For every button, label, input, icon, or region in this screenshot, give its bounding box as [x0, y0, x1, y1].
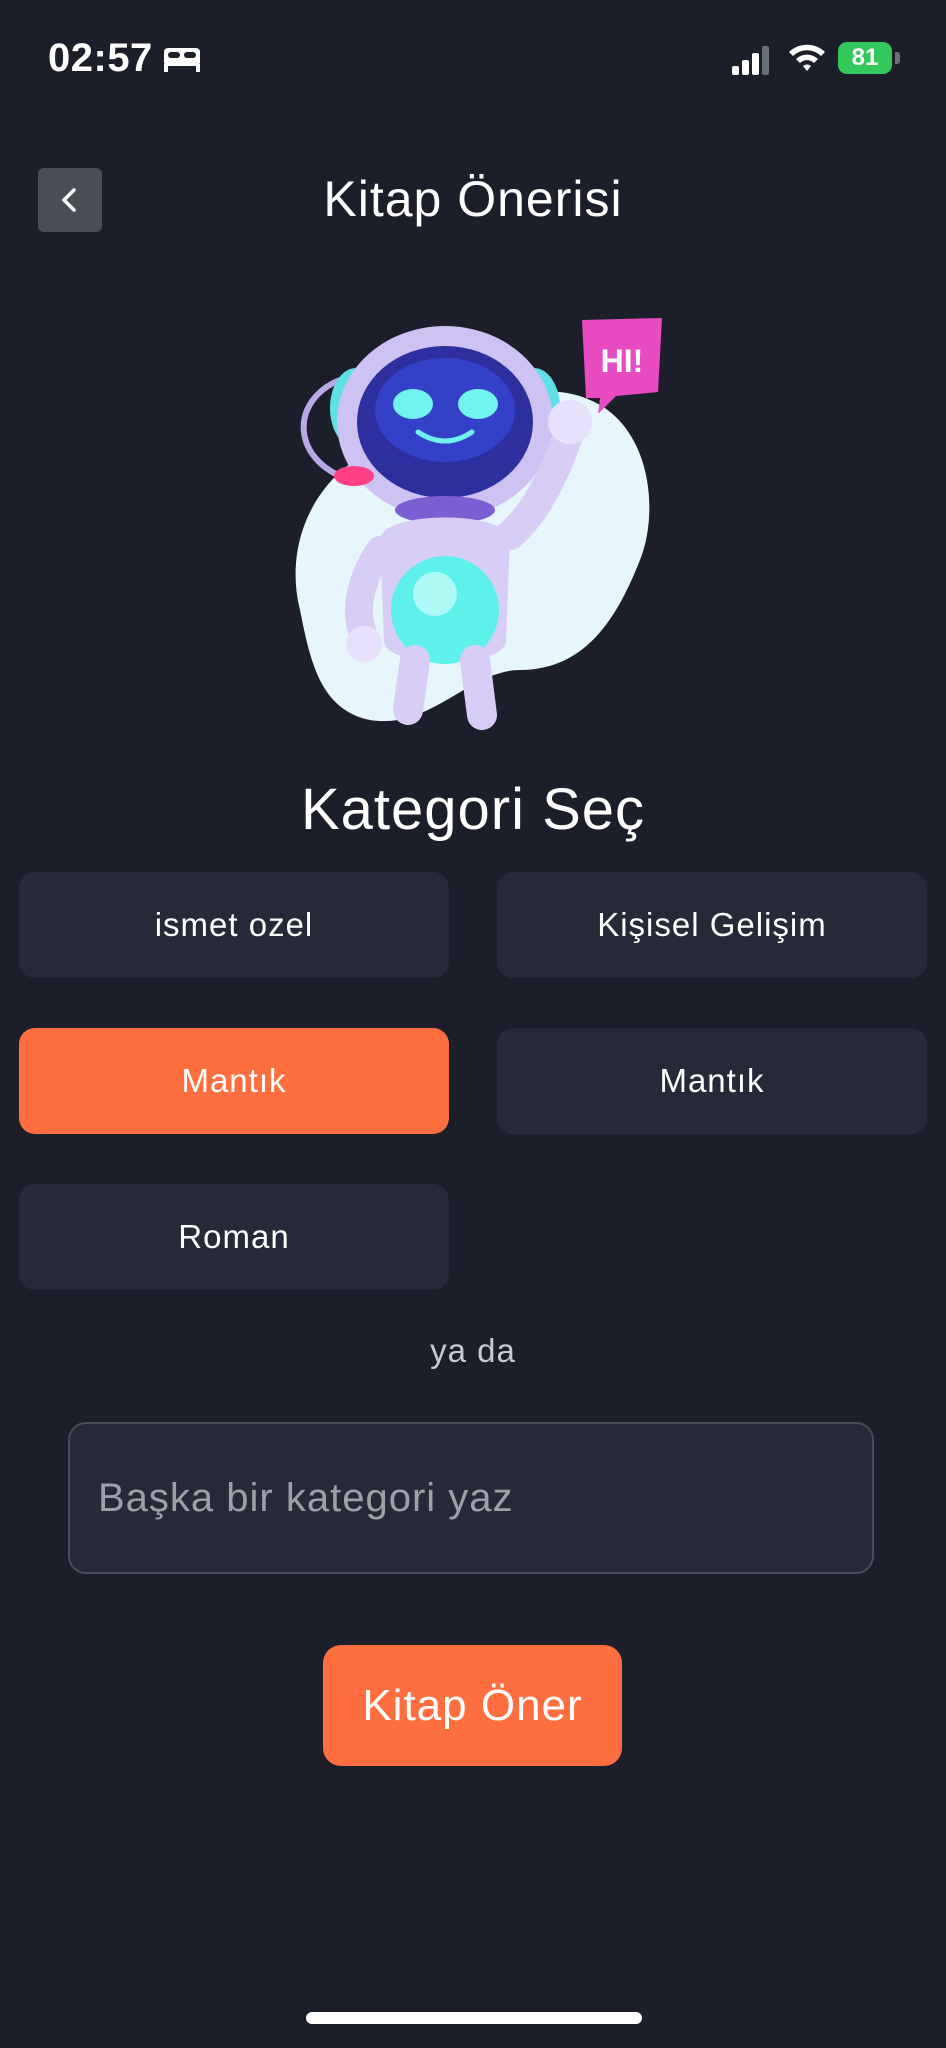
or-separator-text: ya da	[430, 1332, 516, 1369]
battery-level: 81	[838, 42, 892, 74]
status-time: 02:57	[48, 36, 153, 80]
category-kisisel-gelisim[interactable]: Kişisel Gelişim	[497, 872, 927, 978]
speech-bubble-text: HI!	[601, 343, 644, 379]
robot-mascot-illustration: HI!	[295, 318, 662, 730]
custom-category-input[interactable]	[68, 1422, 874, 1574]
sleep-icon	[164, 48, 200, 72]
status-bar: 02:57 81	[0, 0, 946, 120]
category-ismet-ozel[interactable]: ismet ozel	[19, 872, 449, 978]
category-mantik-selected[interactable]: Mantık	[19, 1028, 449, 1134]
battery-tip	[895, 52, 900, 64]
recommend-book-button[interactable]: Kitap Öner	[323, 1645, 622, 1766]
category-mantik[interactable]: Mantık	[497, 1028, 927, 1134]
section-title: Kategori Seç	[300, 777, 646, 842]
home-indicator[interactable]	[306, 2012, 642, 2024]
battery-icon: 81	[838, 42, 900, 74]
hi-speech-bubble: HI!	[582, 318, 662, 414]
page-title: Kitap Önerisi	[323, 171, 623, 227]
category-roman[interactable]: Roman	[19, 1184, 449, 1290]
signal-icon	[732, 46, 769, 75]
book-recommendation-screen: 02:57 81 Kitap Önerisi HI! Kategori Seç …	[0, 0, 946, 2048]
wifi-icon	[789, 44, 825, 71]
